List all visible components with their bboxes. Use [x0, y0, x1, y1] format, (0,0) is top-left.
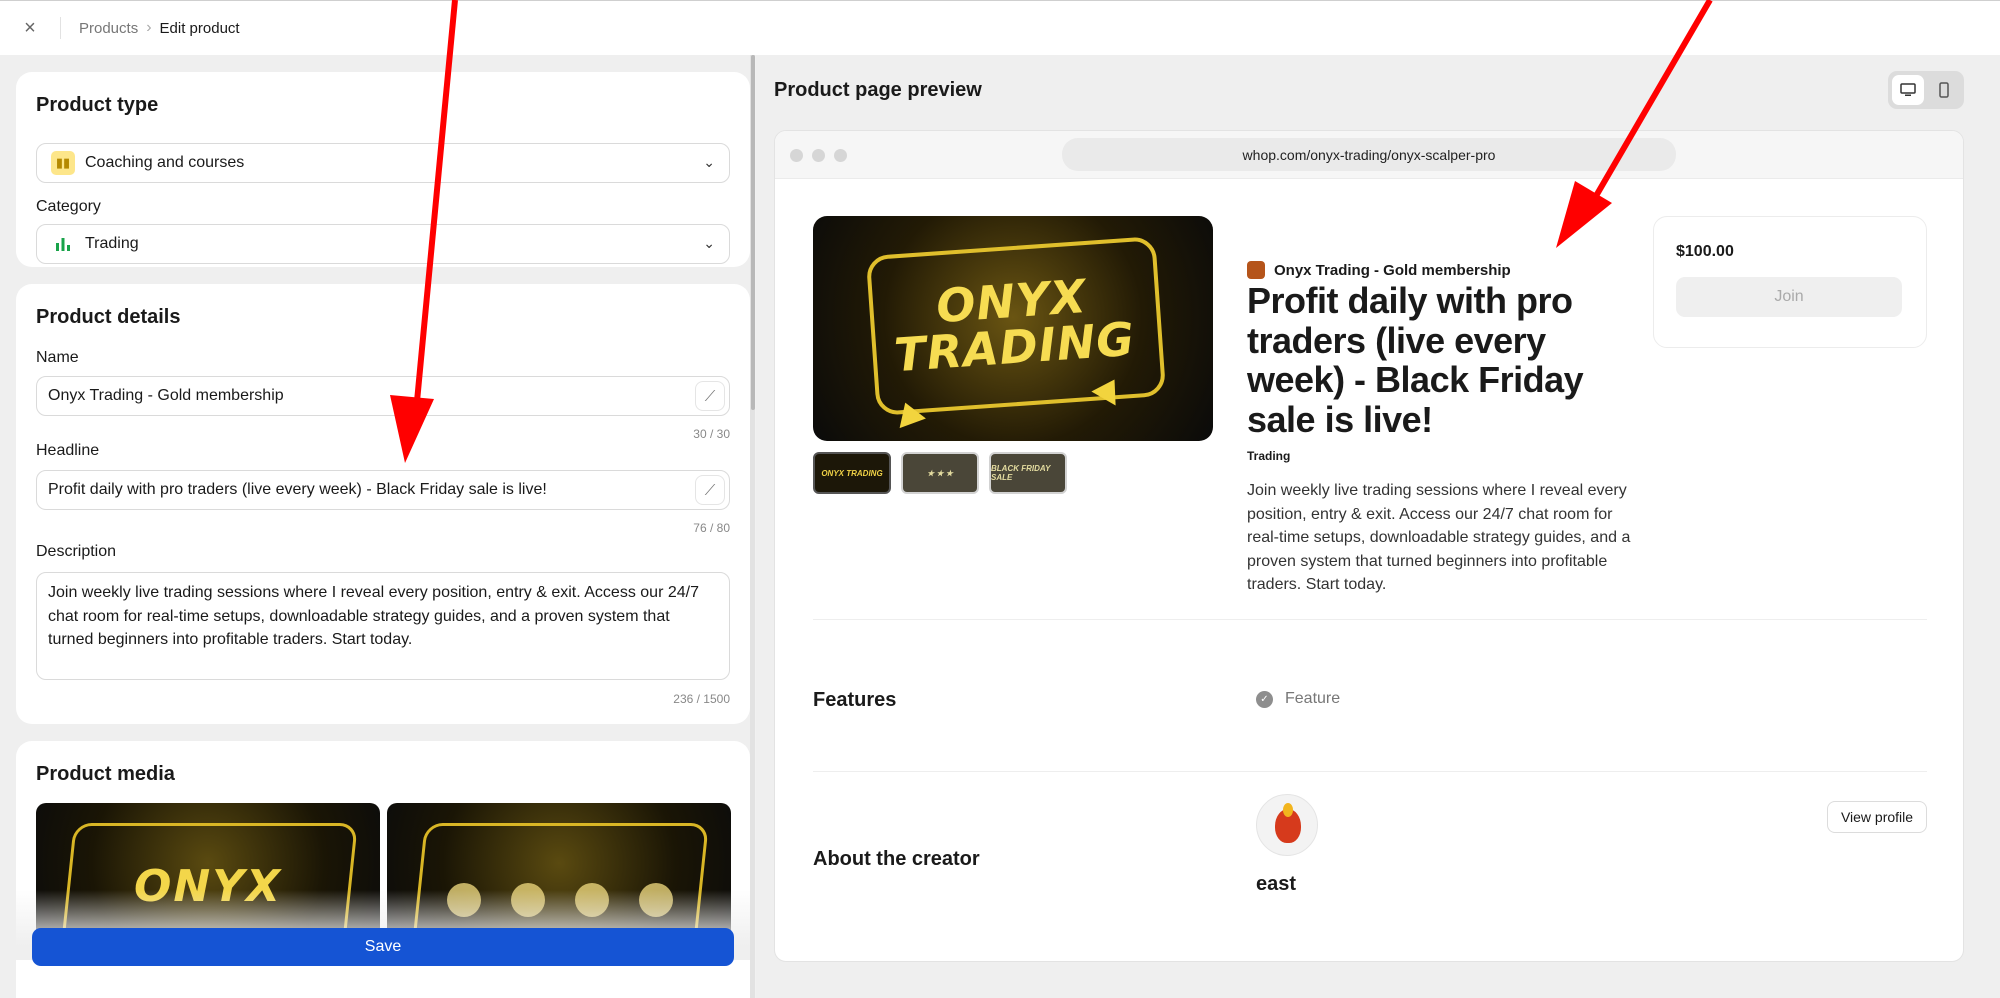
- breadcrumb-products[interactable]: Products: [79, 20, 138, 37]
- preview-headline: Profit daily with pro traders (live ever…: [1247, 280, 1584, 440]
- bar-chart-icon: [51, 232, 75, 256]
- url-bar[interactable]: whop.com/onyx-trading/onyx-scalper-pro: [1062, 138, 1676, 171]
- save-button[interactable]: Save: [32, 928, 734, 966]
- topbar-divider: [60, 17, 61, 39]
- store-logo-icon: [1247, 261, 1265, 279]
- book-icon: ▮▮: [51, 151, 75, 175]
- breadcrumb-current: Edit product: [159, 19, 240, 37]
- breadcrumb-separator-icon: ›: [146, 19, 152, 36]
- top-bar: × Products › Edit product: [0, 0, 2000, 55]
- chevron-down-icon: ⌄: [703, 154, 715, 170]
- store-row: Onyx Trading - Gold membership: [1247, 261, 1511, 279]
- browser-window: whop.com/onyx-trading/onyx-scalper-pro O…: [774, 130, 1964, 962]
- category-value: Trading: [85, 235, 139, 252]
- hero-image[interactable]: ONYX TRADING: [813, 216, 1213, 441]
- preview-title: Product page preview: [774, 79, 982, 101]
- product-media-title: Product media: [36, 763, 175, 785]
- magic-wand-icon[interactable]: ⟋: [695, 475, 725, 505]
- preview-category: Trading: [1247, 449, 1291, 463]
- creator-name: east: [1256, 873, 1297, 895]
- product-details-title: Product details: [36, 306, 181, 328]
- product-type-title: Product type: [36, 94, 159, 116]
- preview-description: Join weekly live trading sessions where …: [1247, 482, 1631, 593]
- section-divider: [813, 771, 1927, 772]
- mobile-icon[interactable]: [1928, 75, 1960, 105]
- device-toggle: [1888, 71, 1964, 109]
- close-icon[interactable]: ×: [0, 1, 60, 56]
- product-details-card: Product details Name Onyx Trading - Gold…: [16, 284, 750, 724]
- feature-item: ✓ Feature: [1256, 690, 1340, 708]
- name-input-value: Onyx Trading - Gold membership: [48, 387, 284, 404]
- preview-panel: Product page preview whop.com/onyx-tradi…: [756, 55, 2000, 998]
- headline-label: Headline: [36, 442, 100, 459]
- product-type-value: Coaching and courses: [85, 154, 245, 171]
- name-counter: 30 / 30: [693, 427, 730, 441]
- window-dot: [790, 149, 803, 162]
- product-type-select[interactable]: ▮▮ Coaching and courses ⌄: [36, 143, 730, 183]
- feature-label: Feature: [1285, 690, 1341, 707]
- store-name[interactable]: Onyx Trading - Gold membership: [1274, 262, 1511, 279]
- price: $100.00: [1676, 243, 1734, 260]
- check-icon: ✓: [1256, 690, 1273, 708]
- window-dot: [812, 149, 825, 162]
- product-type-card: Product type ▮▮ Coaching and courses ⌄ C…: [16, 72, 750, 267]
- avatar-crest: [1283, 803, 1293, 817]
- creator-avatar[interactable]: [1256, 794, 1318, 856]
- features-title: Features: [813, 689, 897, 711]
- thumbnail-2[interactable]: ★ ★ ★: [901, 452, 979, 494]
- view-profile-button[interactable]: View profile: [1827, 801, 1927, 833]
- chevron-down-icon: ⌄: [703, 235, 715, 251]
- section-divider: [813, 619, 1927, 620]
- category-select[interactable]: Trading ⌄: [36, 224, 730, 264]
- desktop-icon[interactable]: [1892, 75, 1924, 105]
- scrollbar-thumb[interactable]: [751, 55, 755, 410]
- thumbnail-1[interactable]: ONYX TRADING: [813, 452, 891, 494]
- headline-input-value: Profit daily with pro traders (live ever…: [48, 481, 547, 498]
- description-textarea[interactable]: Join weekly live trading sessions where …: [36, 572, 730, 680]
- price-card: $100.00 Join: [1653, 216, 1927, 348]
- description-counter: 236 / 1500: [673, 692, 730, 706]
- magic-wand-icon[interactable]: ⟋: [695, 381, 725, 411]
- name-input[interactable]: Onyx Trading - Gold membership ⟋: [36, 376, 730, 416]
- editor-panel: Product type ▮▮ Coaching and courses ⌄ C…: [0, 55, 750, 998]
- join-button[interactable]: Join: [1676, 277, 1902, 317]
- category-label: Category: [36, 198, 101, 215]
- window-dot: [834, 149, 847, 162]
- headline-input[interactable]: Profit daily with pro traders (live ever…: [36, 470, 730, 510]
- about-title: About the creator: [813, 848, 980, 870]
- thumbnail-3[interactable]: BLACK FRIDAY SALE: [989, 452, 1067, 494]
- image-thumbnails: ONYX TRADING ★ ★ ★ BLACK FRIDAY SALE: [813, 452, 1067, 494]
- description-label: Description: [36, 543, 117, 560]
- browser-bar: whop.com/onyx-trading/onyx-scalper-pro: [775, 131, 1963, 179]
- headline-counter: 76 / 80: [693, 521, 730, 535]
- name-label: Name: [36, 349, 79, 366]
